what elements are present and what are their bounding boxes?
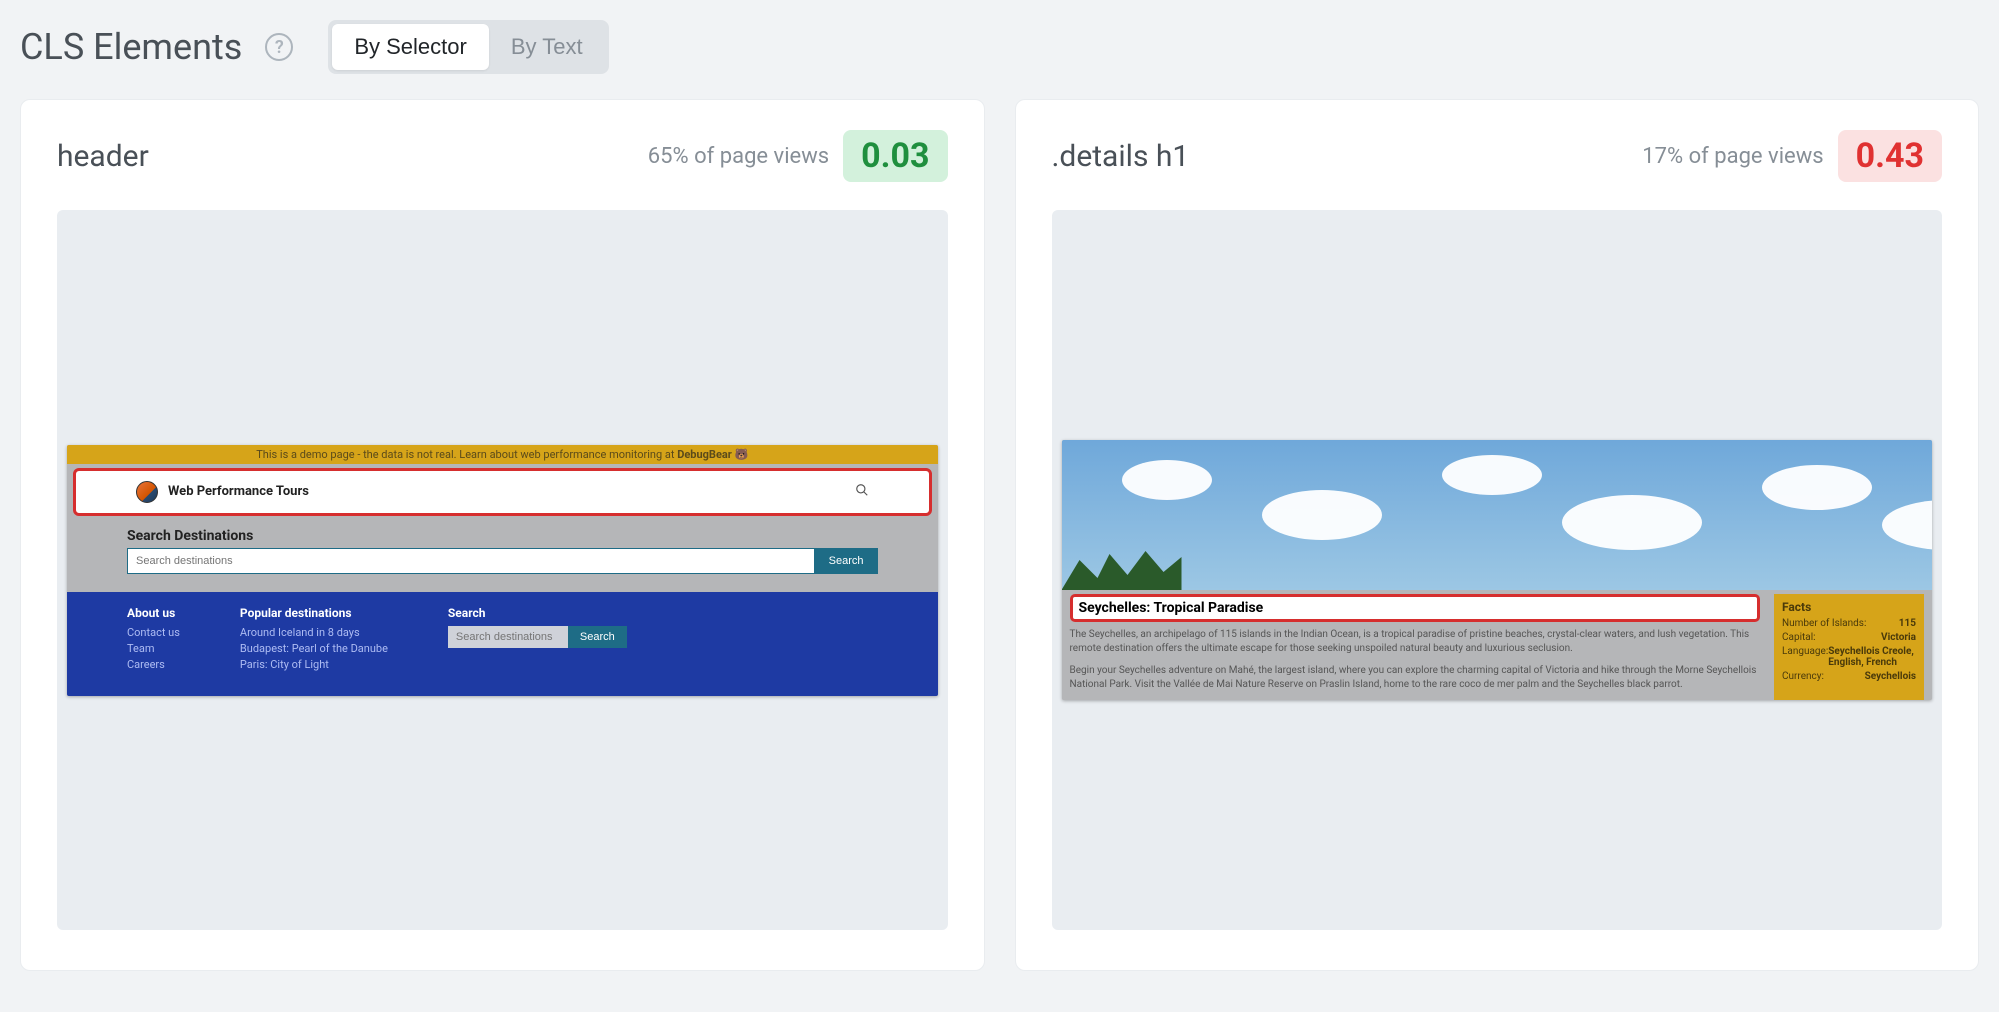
- card-header: .details h1 17% of page views 0.43: [1052, 130, 1943, 182]
- pageviews-text: 17% of page views: [1642, 144, 1823, 169]
- banner-text: This is a demo page - the data is not re…: [256, 448, 674, 461]
- footer-search-group: Search: [448, 626, 627, 648]
- fact-value: 115: [1899, 618, 1916, 629]
- card-header: header 65% of page views 0.03: [57, 130, 948, 182]
- footer-link: Budapest: Pearl of the Danube: [240, 642, 388, 655]
- fact-value: Seychellois Creole, English, French: [1828, 646, 1916, 668]
- footer-link: Paris: City of Light: [240, 658, 388, 671]
- article-paragraph: Begin your Seychelles adventure on Mahé,…: [1070, 664, 1761, 692]
- cls-element-card[interactable]: .details h1 17% of page views 0.43 Seych…: [1015, 99, 1980, 971]
- footer-popular: Popular destinations Around Iceland in 8…: [240, 606, 388, 674]
- article-paragraph: The Seychelles, an archipelago of 115 is…: [1070, 628, 1761, 656]
- search-input: [127, 548, 815, 574]
- fact-row: Capital: Victoria: [1782, 632, 1916, 643]
- preview-page: Seychelles: Tropical Paradise The Seyche…: [1062, 440, 1933, 700]
- toggle-by-text[interactable]: By Text: [489, 24, 605, 70]
- search-section: Search Destinations Search: [127, 528, 878, 574]
- footer-search-input: [448, 626, 568, 648]
- cls-score-badge: 0.03: [843, 130, 947, 182]
- fact-row: Number of Islands: 115: [1782, 618, 1916, 629]
- logo-text: Web Performance Tours: [168, 484, 309, 499]
- search-label: Search Destinations: [127, 528, 878, 544]
- cards-row: header 65% of page views 0.03 This is a …: [20, 99, 1979, 971]
- cls-score-badge: 0.43: [1838, 130, 1942, 182]
- cls-element-card[interactable]: header 65% of page views 0.03 This is a …: [20, 99, 985, 971]
- demo-banner: This is a demo page - the data is not re…: [67, 445, 938, 464]
- help-icon[interactable]: ?: [265, 33, 293, 61]
- footer-search: Search Search: [448, 606, 627, 674]
- highlighted-header-element: Web Performance Tours: [73, 468, 932, 516]
- site-logo: Web Performance Tours: [136, 481, 309, 503]
- fact-label: Currency:: [1782, 671, 1824, 682]
- footer: About us Contact us Team Careers Popular…: [67, 592, 938, 696]
- logo-icon: [136, 481, 158, 503]
- footer-link: Contact us: [127, 626, 180, 639]
- screenshot-preview: Seychelles: Tropical Paradise The Seyche…: [1052, 210, 1943, 930]
- footer-about-title: About us: [127, 606, 180, 620]
- page-header: CLS Elements ? By Selector By Text: [20, 20, 1979, 74]
- fact-row: Language:Seychellois Creole, English, Fr…: [1782, 646, 1916, 668]
- article-main: Seychelles: Tropical Paradise The Seyche…: [1070, 594, 1761, 700]
- view-toggle: By Selector By Text: [328, 20, 608, 74]
- footer-link: Careers: [127, 658, 180, 671]
- fact-label: Number of Islands:: [1782, 618, 1866, 629]
- fact-value: Victoria: [1881, 632, 1916, 643]
- preview-page: This is a demo page - the data is not re…: [67, 445, 938, 696]
- facts-sidebar: Facts Number of Islands: 115 Capital: Vict…: [1774, 594, 1924, 700]
- footer-about: About us Contact us Team Careers: [127, 606, 180, 674]
- footer-popular-title: Popular destinations: [240, 606, 388, 620]
- fact-label: Capital:: [1782, 632, 1816, 643]
- hero-image: [1062, 440, 1933, 590]
- footer-search-title: Search: [448, 606, 627, 620]
- selector-text: .details h1: [1052, 139, 1190, 174]
- search-button: Search: [815, 548, 878, 574]
- selector-text: header: [57, 139, 149, 174]
- fact-value: Seychellois: [1865, 671, 1916, 682]
- facts-title: Facts: [1782, 600, 1916, 614]
- pageviews-text: 65% of page views: [648, 144, 829, 169]
- search-input-group: Search: [127, 548, 878, 574]
- banner-link: DebugBear: [677, 448, 732, 461]
- toggle-by-selector[interactable]: By Selector: [332, 24, 489, 70]
- fact-label: Language:: [1782, 646, 1828, 668]
- fact-row: Currency: Seychellois: [1782, 671, 1916, 682]
- card-stats: 65% of page views 0.03: [648, 130, 948, 182]
- footer-link: Around Iceland in 8 days: [240, 626, 388, 639]
- footer-link: Team: [127, 642, 180, 655]
- screenshot-preview: This is a demo page - the data is not re…: [57, 210, 948, 930]
- page-title: CLS Elements: [20, 26, 242, 68]
- card-stats: 17% of page views 0.43: [1642, 130, 1942, 182]
- footer-search-button: Search: [568, 626, 627, 648]
- highlighted-h1-element: Seychelles: Tropical Paradise: [1070, 594, 1761, 622]
- search-icon: [855, 483, 869, 501]
- article-body: Seychelles: Tropical Paradise The Seyche…: [1062, 590, 1933, 700]
